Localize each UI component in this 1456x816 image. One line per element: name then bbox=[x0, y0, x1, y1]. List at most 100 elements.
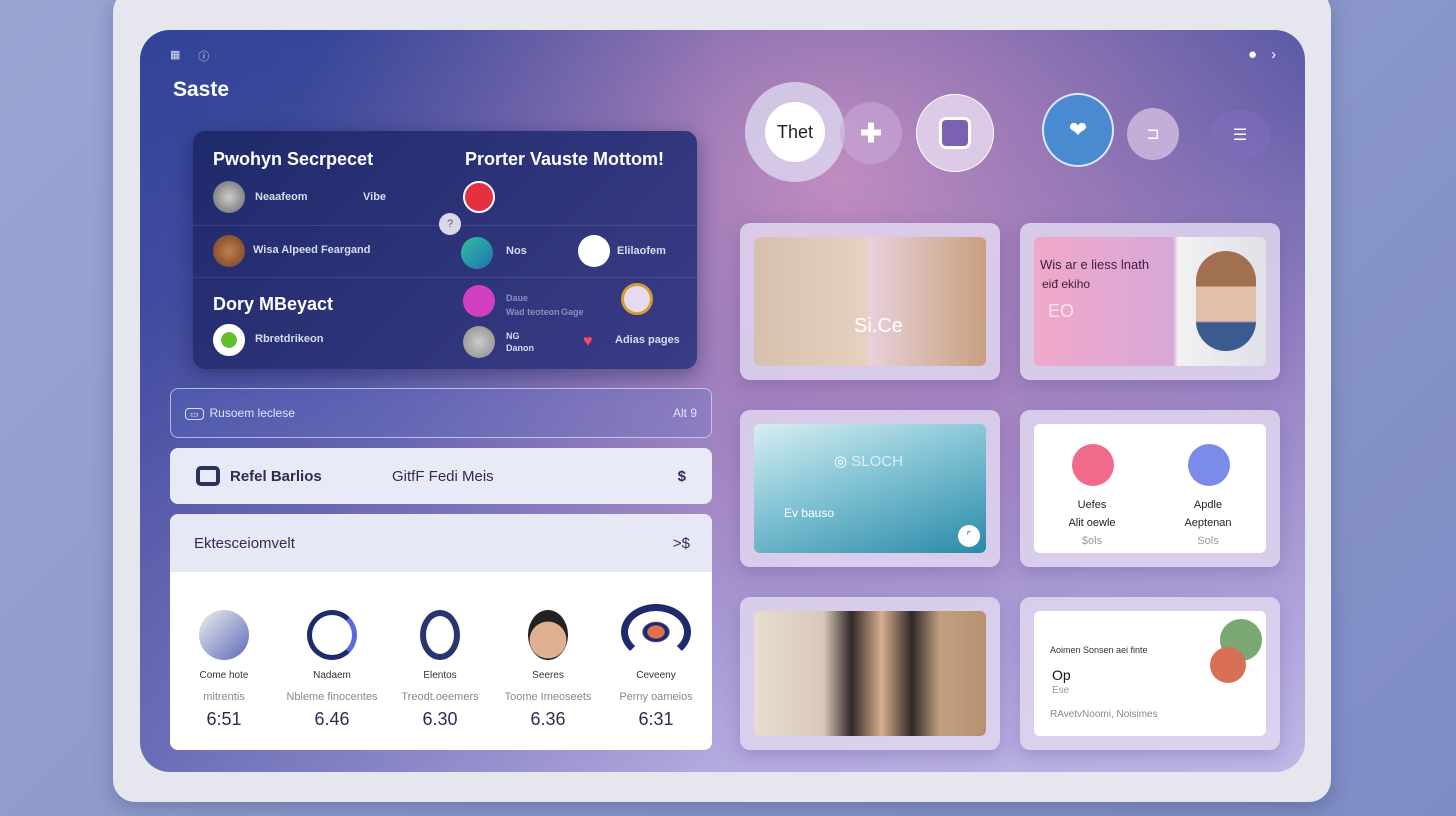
badge-orange bbox=[1210, 647, 1246, 683]
app-icon[interactable]: ♥ bbox=[583, 333, 593, 351]
stat-sub: Nbleme finocentes bbox=[286, 691, 378, 703]
stat-value: 6:51 bbox=[206, 709, 242, 729]
avatar[interactable] bbox=[463, 285, 495, 317]
people-card: Pwohyn Secrpecet Prorter Vauste Mottom! … bbox=[193, 131, 697, 369]
progress-ring-icon bbox=[307, 610, 357, 660]
shortcut-hint: Alt 9 bbox=[672, 406, 697, 420]
stat-sub: Treodt.oeemers bbox=[401, 691, 479, 703]
section-bar-center: GitfF Fedi Meis bbox=[392, 467, 494, 485]
link-icon[interactable]: ⊐ bbox=[1127, 108, 1179, 160]
thet-button[interactable]: Thet bbox=[745, 82, 845, 182]
dollar-icon[interactable]: $ bbox=[678, 468, 686, 485]
stats-card: Ektesceiomvelt >$ Come hote mitrentis 6:51 … bbox=[170, 514, 712, 750]
chevron-right-icon[interactable]: › bbox=[1271, 46, 1276, 63]
row-label: Wisa Alpeed Feargand bbox=[253, 244, 371, 256]
apps-card[interactable]: Uefes Alit oewle $ols Apdle Aeptenan Sols bbox=[1020, 410, 1280, 567]
photo-image bbox=[754, 611, 986, 736]
row-label: Adias pages bbox=[615, 334, 680, 346]
app-sub: Aeptenan bbox=[1184, 517, 1232, 529]
menu-icon[interactable]: ☰ bbox=[1210, 110, 1270, 160]
info-footer: RAvetvNoomi, Noisimes bbox=[1050, 709, 1158, 720]
photo-image: Si.Ce bbox=[754, 237, 986, 366]
search-placeholder: Rusoem leclese bbox=[209, 406, 295, 420]
row-label: Neaafeom bbox=[255, 191, 308, 203]
app-icon-blue[interactable] bbox=[1188, 444, 1230, 486]
avatar[interactable] bbox=[463, 181, 495, 213]
portrait-image bbox=[1196, 251, 1256, 351]
layout-icon[interactable] bbox=[916, 94, 994, 172]
app-price: Sols bbox=[1197, 535, 1219, 547]
app-name: Apdle bbox=[1193, 499, 1223, 511]
app-price: $ols bbox=[1081, 535, 1103, 547]
info-icon[interactable]: ⓘ bbox=[198, 48, 209, 64]
info-small: Ese bbox=[1052, 685, 1070, 696]
grid-icon[interactable]: ▦ bbox=[170, 48, 180, 64]
stat-sub: Toome Imeoseets bbox=[504, 691, 592, 703]
info-card[interactable]: Aoimen Sonsen aei finte Op Ese RAvetvNoo… bbox=[1020, 597, 1280, 750]
app-icon-pink[interactable] bbox=[1072, 444, 1114, 486]
ocean-caption: Ev bauso bbox=[784, 506, 835, 520]
photo-card[interactable]: Si.Ce bbox=[740, 223, 1000, 380]
avatar[interactable] bbox=[213, 235, 245, 267]
thet-label: Thet bbox=[765, 102, 825, 162]
brand-text: SLOCH bbox=[851, 453, 903, 470]
dashboard-panel: ▦ ⓘ Saste ● › Pwohyn Secrpecet Prorter Vau… bbox=[140, 30, 1305, 772]
promo-card[interactable]: Wis ar e liess lnath eiđ ekiho EO bbox=[1020, 223, 1280, 380]
avatar[interactable] bbox=[578, 235, 610, 267]
avatar[interactable] bbox=[621, 283, 653, 315]
signal-icon bbox=[621, 604, 691, 660]
promo-title: Wis ar e liess lnath bbox=[1040, 257, 1150, 272]
row-sub: Danon bbox=[506, 343, 534, 353]
stat-name: Nadaem bbox=[313, 670, 351, 681]
divider bbox=[193, 277, 697, 278]
stat-value: 6.36 bbox=[530, 709, 566, 729]
emblem-icon bbox=[420, 610, 460, 660]
search-input[interactable]: ▭ Rusoem leclese Alt 9 bbox=[170, 388, 712, 438]
avatar[interactable] bbox=[461, 237, 493, 269]
help-icon[interactable]: ? bbox=[439, 213, 461, 235]
stat-sub: Perny oameios bbox=[619, 691, 693, 703]
row-meta: Gage bbox=[561, 307, 584, 317]
row-meta: Vibe bbox=[363, 191, 387, 203]
stat-name: Seeres bbox=[532, 670, 564, 681]
app-name: Uefes bbox=[1077, 499, 1107, 511]
row-label: Rbretdrikeon bbox=[255, 333, 324, 345]
row-sub: Wad teoteon bbox=[506, 307, 560, 317]
chat-icon bbox=[196, 466, 220, 486]
promo-sub: eiđ ekiho bbox=[1042, 277, 1091, 291]
ocean-card[interactable]: ◎ SLOCH Ev bauso ⌜ bbox=[740, 410, 1000, 567]
info-title: Aoimen Sonsen aei finte bbox=[1050, 645, 1148, 655]
info-value: Op bbox=[1052, 667, 1071, 683]
section-title: Dory MBeyact bbox=[213, 294, 334, 314]
section-bar-left: Refel Barlios bbox=[230, 467, 322, 485]
row-label: Elilaofem bbox=[617, 245, 666, 257]
app-sub: Alit oewle bbox=[1068, 517, 1116, 529]
location-icon[interactable] bbox=[213, 324, 245, 356]
section-bar[interactable]: Refel Barlios GitfF Fedi Meis $ bbox=[170, 448, 712, 504]
card-title: Pwohyn Secrpecet bbox=[213, 149, 374, 169]
row-label: Nos bbox=[506, 245, 527, 257]
photo-overlay-text: Si.Ce bbox=[854, 315, 903, 337]
stat-value: 6:31 bbox=[638, 709, 674, 729]
stat-value: 6.30 bbox=[422, 709, 458, 729]
plus-icon[interactable]: ✚ bbox=[840, 102, 902, 164]
stat-icon bbox=[199, 610, 249, 660]
card-title-right: Prorter Vauste Mottom! bbox=[465, 149, 665, 169]
photo-card[interactable] bbox=[740, 597, 1000, 750]
avatar[interactable] bbox=[463, 326, 495, 358]
row-label: NG bbox=[506, 331, 520, 341]
brand-logo-icon: ◎ bbox=[834, 453, 848, 470]
expand-icon[interactable]: ⌜ bbox=[958, 525, 980, 547]
stat-name: Ceveeny bbox=[636, 670, 676, 681]
stat-name: Come hote bbox=[199, 670, 249, 681]
row-label: Daue bbox=[506, 293, 529, 303]
page-title: Saste bbox=[173, 78, 230, 101]
stats-title: Ektesceiomvelt bbox=[194, 534, 295, 552]
avatar[interactable] bbox=[213, 181, 245, 213]
avatar bbox=[528, 610, 568, 660]
refresh-icon[interactable]: ● bbox=[1248, 46, 1257, 63]
stats-action[interactable]: >$ bbox=[673, 535, 690, 552]
keyboard-icon: ▭ bbox=[185, 408, 204, 420]
promo-tag: EO bbox=[1048, 301, 1075, 321]
user-heart-icon[interactable]: ❤ bbox=[1042, 93, 1114, 167]
